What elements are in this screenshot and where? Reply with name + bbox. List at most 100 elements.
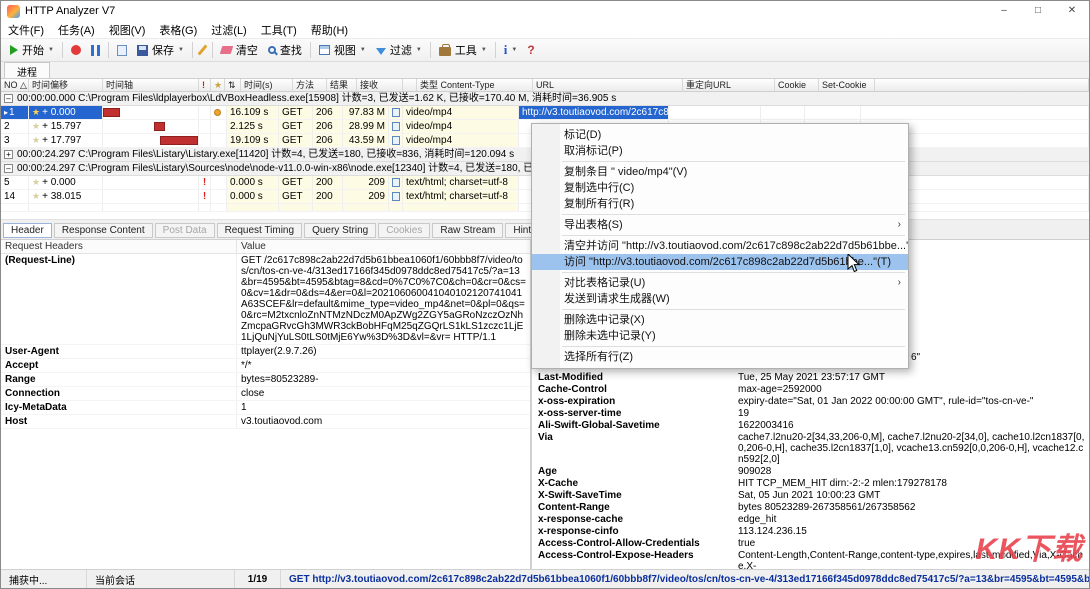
group-row[interactable]: –00:00:00.000 C:\Program Files\ldplayerb… — [1, 92, 1089, 106]
view-icon — [319, 45, 330, 55]
request-header-row[interactable]: Hostv3.toutiaovod.com — [1, 415, 530, 429]
grid-column-ticon[interactable] — [403, 79, 417, 91]
context-menu-item-delete-selected[interactable]: 删除选中记录(X) — [532, 312, 908, 328]
cell-timeline — [103, 190, 199, 203]
context-menu-item-copy-all[interactable]: 复制所有行(R) — [532, 196, 908, 212]
minimize-button[interactable]: – — [987, 1, 1021, 21]
toolbar-info-button[interactable]: i▼ — [499, 40, 523, 60]
menu-item-task[interactable]: 任务(A) — [51, 21, 102, 39]
response-header-row[interactable]: Ali-Swift-Global-Savetime1622003416 — [532, 420, 1089, 432]
toolbar-clear-button[interactable]: 清空 — [216, 40, 263, 60]
request-header-row[interactable]: User-Agentttplayer(2.9.7.26) — [1, 345, 530, 359]
menu-item-table[interactable]: 表格(G) — [152, 21, 204, 39]
tab-raw-stream[interactable]: Raw Stream — [432, 223, 503, 238]
collapse-icon[interactable]: – — [4, 164, 13, 173]
grid-column-method[interactable]: 方法 — [293, 79, 327, 91]
tab-request-timing[interactable]: Request Timing — [217, 223, 302, 238]
grid-column-cookie[interactable]: Cookie — [775, 79, 819, 91]
request-header-row[interactable]: (Request-Line)GET /2c617c898c2ab22d7d5b6… — [1, 254, 530, 345]
grid-column-url[interactable]: URL — [533, 79, 683, 91]
toolbar-pause-button[interactable] — [86, 40, 105, 60]
cell-excl — [199, 106, 211, 119]
toolbar-start-button[interactable]: 开始▼ — [5, 40, 59, 60]
marker-dot-icon — [214, 109, 221, 116]
toolbar-help-button[interactable]: ? — [522, 40, 539, 60]
grid-column-star[interactable]: ★ — [211, 79, 225, 91]
request-headers-column[interactable]: Request Headers — [1, 240, 237, 253]
value-column[interactable]: Value — [237, 240, 530, 253]
process-tab[interactable]: 进程 — [4, 62, 50, 78]
context-menu-item-unmark[interactable]: 取消标记(P) — [532, 143, 908, 159]
maximize-button[interactable]: □ — [1021, 1, 1055, 21]
toolbar-edit-button[interactable] — [196, 40, 209, 60]
context-menu-item-mark[interactable]: 标记(D) — [532, 127, 908, 143]
toolbar-tools-button[interactable]: 工具▼ — [434, 40, 492, 60]
context-menu-item-export-table[interactable]: 导出表格(S)› — [532, 217, 908, 233]
toolbar-record-button[interactable] — [66, 40, 86, 60]
menu-item-tools[interactable]: 工具(T) — [254, 21, 304, 39]
tab-header[interactable]: Header — [3, 223, 52, 238]
help-icon: ? — [527, 44, 534, 56]
context-menu-item-send-to-request-builder[interactable]: 发送到请求生成器(W) — [532, 291, 908, 307]
cell-ctype: text/html; charset=utf-8 — [403, 190, 519, 203]
cell-no: 2 — [1, 120, 29, 133]
cell-time: 2.125 s — [227, 120, 279, 133]
toolbar-find-button[interactable]: 查找 — [263, 40, 307, 60]
header-value: GET /2c617c898c2ab22d7d5b61bbea1060f1/60… — [237, 254, 530, 344]
app-icon[interactable] — [7, 5, 20, 18]
tab-post-data[interactable]: Post Data — [155, 223, 215, 238]
cell-filler — [861, 106, 1089, 119]
response-header-row[interactable]: Viacache7.l2nu20-2[34,33,206-0,M], cache… — [532, 432, 1089, 466]
response-header-row[interactable]: Content-Rangebytes 80523289-267358561/26… — [532, 502, 1089, 514]
toolbar-view-button[interactable]: 视图▼ — [314, 40, 371, 60]
response-header-row[interactable]: Cache-Controlmax-age=2592000 — [532, 384, 1089, 396]
response-header-row[interactable]: X-Swift-SaveTimeSat, 05 Jun 2021 10:00:2… — [532, 490, 1089, 502]
context-menu-item-compare-records[interactable]: 对比表格记录(U)› — [532, 275, 908, 291]
toolbar-filter-button[interactable]: 过滤▼ — [371, 40, 427, 60]
close-button[interactable]: ✕ — [1055, 1, 1089, 21]
response-header-row[interactable]: Age909028 — [532, 466, 1089, 478]
grid-column-offset[interactable]: 时间偏移 — [29, 79, 103, 91]
grid-column-excl[interactable]: ! — [199, 79, 211, 91]
request-header-row[interactable]: Accept*/* — [1, 359, 530, 373]
response-header-row[interactable]: x-oss-expirationexpiry-date="Sat, 01 Jan… — [532, 396, 1089, 408]
grid-column-setcookie[interactable]: Set-Cookie — [819, 79, 875, 91]
context-menu-item-clear-and-visit[interactable]: 清空并访问 "http://v3.toutiaovod.com/2c617c89… — [532, 238, 908, 254]
context-menu-item-select-all-rows[interactable]: 选择所有行(Z) — [532, 349, 908, 365]
menu-item-view[interactable]: 视图(V) — [102, 21, 153, 39]
request-header-row[interactable]: Connectionclose — [1, 387, 530, 401]
context-menu-item-copy-entry[interactable]: 复制条目 " video/mp4"(V) — [532, 164, 908, 180]
grid-column-result[interactable]: 结果 — [327, 79, 357, 91]
response-header-row[interactable]: X-CacheHIT TCP_MEM_HIT dirn:-2:-2 mlen:1… — [532, 478, 1089, 490]
response-header-row[interactable]: Last-ModifiedTue, 25 May 2021 23:57:17 G… — [532, 372, 1089, 384]
edit-icon — [197, 44, 207, 55]
collapse-icon[interactable]: – — [4, 94, 13, 103]
request-header-row[interactable]: Icy-MetaData1 — [1, 401, 530, 415]
menu-item-filter[interactable]: 过滤(L) — [204, 21, 253, 39]
grid-column-filler[interactable] — [875, 79, 1089, 91]
menu-item-file[interactable]: 文件(F) — [1, 21, 51, 39]
cell-flag — [211, 134, 227, 147]
toolbar-save-button[interactable]: 保存▼ — [132, 40, 189, 60]
menu-item-help[interactable]: 帮助(H) — [304, 21, 355, 39]
grid-column-time[interactable]: 时间(s) — [241, 79, 293, 91]
tab-query-string[interactable]: Query String — [304, 223, 376, 238]
cell-received — [343, 204, 389, 211]
response-header-row[interactable]: x-oss-server-time19 — [532, 408, 1089, 420]
grid-column-redirect[interactable]: 重定向URL — [683, 79, 775, 91]
request-row[interactable]: ▸1★+ 0.00016.109 sGET20697.83 Mvideo/mp4… — [1, 106, 1089, 120]
info-icon: i — [504, 44, 508, 56]
expand-icon[interactable]: + — [4, 150, 13, 159]
context-menu-item-copy-selected[interactable]: 复制选中行(C) — [532, 180, 908, 196]
tab-response-content[interactable]: Response Content — [54, 223, 153, 238]
save-icon — [137, 45, 148, 56]
request-header-row[interactable]: Rangebytes=80523289- — [1, 373, 530, 387]
grid-column-no[interactable]: NO △ — [1, 79, 29, 91]
grid-column-received[interactable]: 接收 — [357, 79, 403, 91]
grid-column-timeline[interactable]: 时间轴 — [103, 79, 199, 91]
grid-column-flag[interactable]: ⇅ — [225, 79, 241, 91]
toolbar-copy-button[interactable] — [112, 40, 132, 60]
grid-column-ctype[interactable]: 类型 Content-Type — [417, 79, 533, 91]
context-menu-item-delete-unselected[interactable]: 删除未选中记录(Y) — [532, 328, 908, 344]
tab-cookies[interactable]: Cookies — [378, 223, 430, 238]
